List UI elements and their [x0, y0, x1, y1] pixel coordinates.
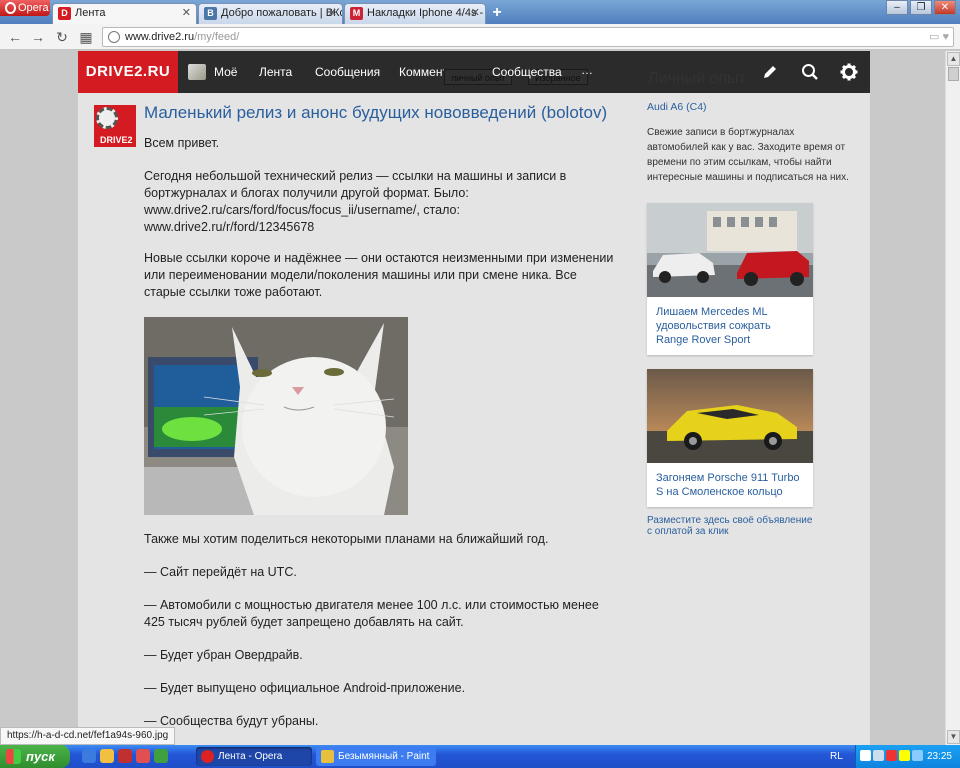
nav-feed[interactable]: Лента — [259, 51, 292, 93]
gear-logo-icon — [96, 107, 118, 129]
language-indicator[interactable]: RL — [830, 745, 843, 768]
clock: 23:25 — [926, 751, 952, 762]
start-button[interactable]: пуск — [0, 745, 70, 768]
sidebar-title: Личный опыт — [648, 70, 746, 87]
post-paragraph: Новые ссылки короче и надёжнее — они ост… — [144, 251, 614, 299]
m-favicon-icon: M — [350, 7, 363, 20]
ie-icon[interactable] — [82, 749, 96, 763]
ad-image-suvs — [647, 203, 813, 297]
post-paragraph: — Сайт перейдёт на UTC. — [144, 565, 297, 579]
nav-messages[interactable]: Сообщения — [315, 51, 380, 93]
tray-volume-icon[interactable] — [912, 750, 923, 761]
paint-task-icon — [321, 750, 334, 763]
scroll-down-icon[interactable]: ▼ — [947, 730, 960, 744]
gear-icon[interactable] — [839, 62, 859, 82]
post-title[interactable]: Маленький релиз и анонс будущих нововвед… — [144, 103, 607, 123]
window-controls: – ❐ ✕ — [884, 0, 956, 16]
scroll-thumb[interactable] — [948, 67, 959, 81]
task-paint[interactable]: Безымянный - Paint — [316, 747, 436, 766]
url-input[interactable]: www.drive2.ru/my/feed/ ▭ ♥ — [102, 27, 954, 47]
taskbar: пуск Лента - Opera Безымянный - Paint RL… — [0, 745, 960, 768]
ad-caption[interactable]: Загоняем Porsche 911 Turbo S на Смоленск… — [647, 463, 813, 507]
opera-quick-icon[interactable] — [118, 749, 132, 763]
ad-card[interactable]: Лишаем Mercedes ML удовольствия сожрать … — [647, 203, 813, 355]
ad-caption[interactable]: Лишаем Mercedes ML удовольствия сожрать … — [647, 297, 813, 355]
tray-network-icon[interactable] — [873, 750, 884, 761]
post-image-cat[interactable] — [144, 317, 408, 515]
tray-warning-icon[interactable] — [899, 750, 910, 761]
bookmark-heart-icon[interactable]: ▭ ♥ — [929, 28, 949, 46]
close-tab-icon[interactable]: ✕ — [182, 4, 191, 23]
page-viewport: DRIVE2.RU Моё Лента Сообщения Комментари… — [0, 51, 945, 745]
opera-menu-button[interactable]: Opera — [0, 0, 50, 16]
nav-more[interactable]: … — [581, 63, 593, 77]
post-paragraph: — Сообщества будут убраны. — [144, 714, 319, 728]
opera-logo-icon — [5, 2, 16, 14]
scroll-up-icon[interactable]: ▲ — [947, 52, 960, 66]
tab-vk[interactable]: B Добро пожаловать | ВКо ✕ — [198, 3, 343, 24]
back-icon[interactable]: ← — [6, 28, 24, 46]
user-avatar[interactable] — [188, 64, 206, 80]
status-bar-url: https://h-a-d-cd.net/fef1a94s-960.jpg — [0, 727, 176, 745]
task-opera[interactable]: Лента - Opera — [196, 747, 312, 766]
reload-icon[interactable]: ↻ — [53, 28, 71, 46]
search-icon[interactable] — [800, 62, 820, 82]
vk-favicon-icon: B — [204, 7, 217, 20]
system-tray: 23:25 — [855, 745, 960, 768]
new-tab-button[interactable]: + — [488, 4, 506, 22]
post-paragraph: — Автомобили с мощностью двигателя менее… — [144, 598, 599, 629]
pencil-icon[interactable] — [760, 62, 780, 82]
tray-download-icon[interactable] — [860, 750, 871, 761]
site-navbar: DRIVE2.RU Моё Лента Сообщения Комментари… — [78, 51, 870, 93]
nav-my[interactable]: Моё — [214, 51, 237, 93]
folder-icon[interactable] — [100, 749, 114, 763]
post-paragraph: Всем привет. — [144, 136, 220, 150]
browser-tab-bar: Opera D Лента ✕ B Добро пожаловать | ВКо… — [0, 0, 960, 24]
tab-iphone[interactable]: M Накладки Iphone 4/4s - ✕ — [344, 3, 486, 24]
post-paragraph: Сегодня небольшой технический релиз — сс… — [144, 169, 567, 234]
tab-feed[interactable]: D Лента ✕ — [52, 3, 197, 24]
drive2-favicon-icon: D — [58, 7, 71, 20]
forward-icon[interactable]: → — [29, 28, 47, 46]
sidebar-car-link[interactable]: Audi A6 (C4) — [647, 101, 707, 113]
post-paragraph: Также мы хотим поделиться некоторыми пла… — [144, 532, 549, 546]
close-tab-icon[interactable]: ✕ — [328, 4, 337, 23]
restore-icon[interactable]: ❐ — [910, 0, 932, 15]
tray-shield-icon[interactable] — [886, 750, 897, 761]
post-paragraph: — Будет выпущено официальное Android-при… — [144, 681, 466, 695]
globe-icon — [108, 31, 120, 43]
nav-communities[interactable]: Сообщества — [492, 51, 562, 93]
sidebar-description: Свежие записи в бортжурналах автомобилей… — [647, 127, 849, 183]
opera-task-icon — [201, 750, 214, 763]
messenger-icon[interactable] — [154, 749, 168, 763]
post-author-avatar[interactable]: DRIVE2 — [94, 105, 136, 147]
ad-image-porsche — [647, 369, 813, 463]
address-toolbar: ← → ↻ ▦ www.drive2.ru/my/feed/ ▭ ♥ — [0, 24, 960, 50]
drive2-logo[interactable]: DRIVE2.RU — [78, 51, 178, 93]
close-window-icon[interactable]: ✕ — [934, 0, 956, 15]
speed-dial-icon[interactable]: ▦ — [77, 28, 95, 46]
vertical-scrollbar[interactable]: ▲ ▼ — [945, 51, 960, 745]
close-tab-icon[interactable]: ✕ — [471, 4, 480, 23]
ad-card[interactable]: Загоняем Porsche 911 Turbo S на Смоленск… — [647, 369, 813, 507]
post-paragraph: — Будет убран Овердрайв. — [144, 648, 303, 662]
media-icon[interactable] — [136, 749, 150, 763]
windows-logo-icon — [6, 749, 21, 764]
advertise-link[interactable]: Разместите здесь своё объявление с оплат… — [647, 515, 817, 537]
minimize-icon[interactable]: – — [886, 0, 908, 15]
